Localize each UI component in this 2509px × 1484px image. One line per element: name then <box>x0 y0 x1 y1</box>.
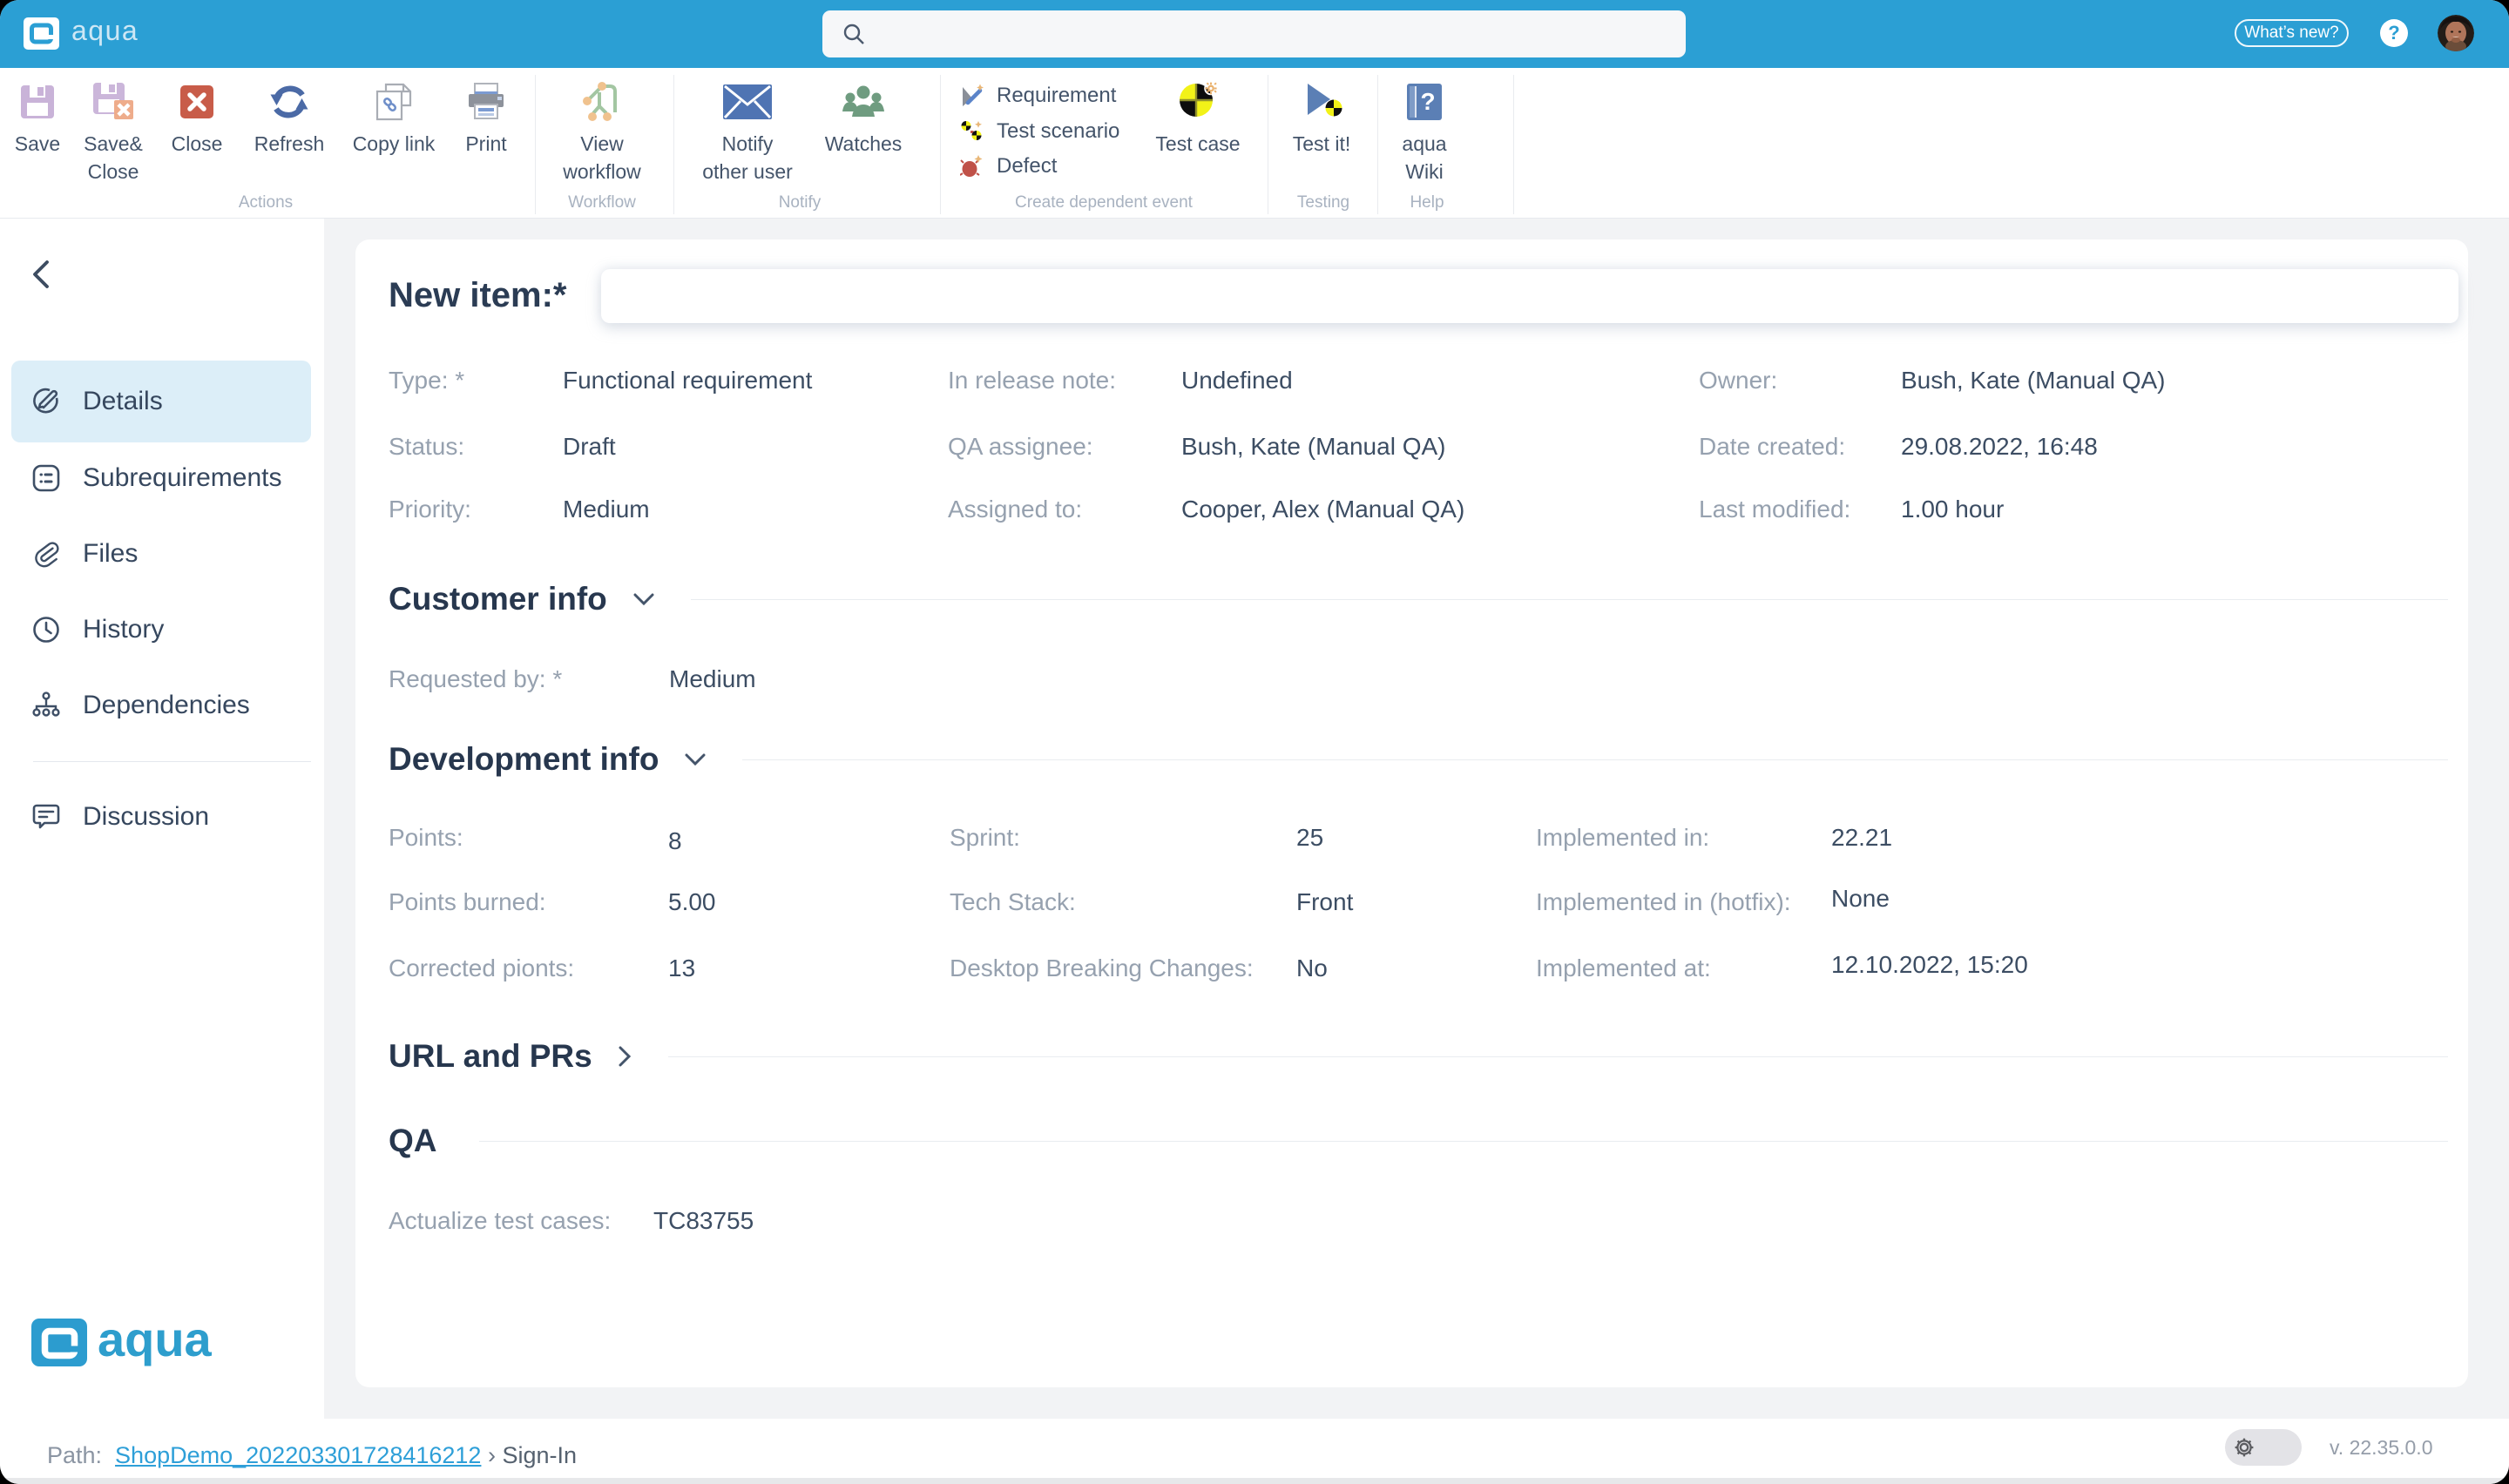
svg-text:?: ? <box>1420 88 1435 115</box>
